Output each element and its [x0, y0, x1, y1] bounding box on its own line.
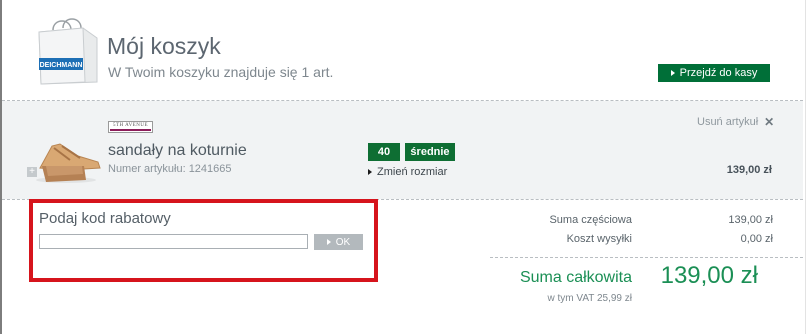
- brand-logo-bar: [110, 129, 151, 131]
- remove-item-link[interactable]: Usuń artykuł ✕: [697, 115, 774, 129]
- change-size-label: Zmień rozmiar: [377, 166, 448, 178]
- item-price: 139,00 zł: [726, 164, 772, 176]
- shopping-bag-icon: DEICHMANN: [38, 18, 98, 85]
- brand-logo-text: DEICHMANN: [40, 62, 83, 69]
- brand-logo-label: 5TH AVENUE: [112, 123, 149, 128]
- zoom-plus-icon[interactable]: +: [27, 167, 37, 177]
- remove-item-label: Usuń artykuł: [697, 116, 759, 128]
- arrow-right-icon: [670, 70, 675, 76]
- subtotal-label: Suma częściowa: [549, 214, 632, 226]
- page-title: Mój koszyk: [107, 33, 221, 59]
- arrow-right-icon: [326, 239, 331, 245]
- brand-logo: 5TH AVENUE: [108, 121, 153, 133]
- voucher-title: Podaj kod rabatowy: [39, 210, 171, 227]
- divider: [490, 257, 803, 258]
- change-size-link[interactable]: Zmień rozmiar: [368, 166, 447, 178]
- width-badge: średnie: [405, 143, 455, 161]
- voucher-code-input[interactable]: [39, 234, 308, 249]
- size-badge: 40: [368, 143, 400, 161]
- product-name[interactable]: sandały na koturnie: [108, 142, 247, 160]
- total-value: 139,00 zł: [660, 262, 758, 289]
- cart-count-text: W Twoim koszyku znajduje się 1 art.: [108, 64, 334, 80]
- voucher-ok-label: OK: [335, 236, 351, 248]
- product-image: [36, 143, 101, 183]
- voucher-ok-button[interactable]: OK: [314, 234, 363, 250]
- vat-text: w tym VAT 25,99 zł: [547, 293, 632, 304]
- close-icon: ✕: [764, 115, 775, 129]
- checkout-button[interactable]: Przejdź do kasy: [658, 64, 770, 82]
- total-label: Suma całkowita: [519, 269, 632, 286]
- checkout-button-label: Przejdź do kasy: [679, 67, 758, 79]
- article-number: Numer artykułu: 1241665: [108, 163, 232, 175]
- shipping-label: Koszt wysyłki: [566, 233, 632, 245]
- subtotal-value: 139,00 zł: [728, 214, 773, 226]
- shipping-value: 0,00 zł: [740, 233, 773, 245]
- arrow-right-icon: [368, 169, 372, 175]
